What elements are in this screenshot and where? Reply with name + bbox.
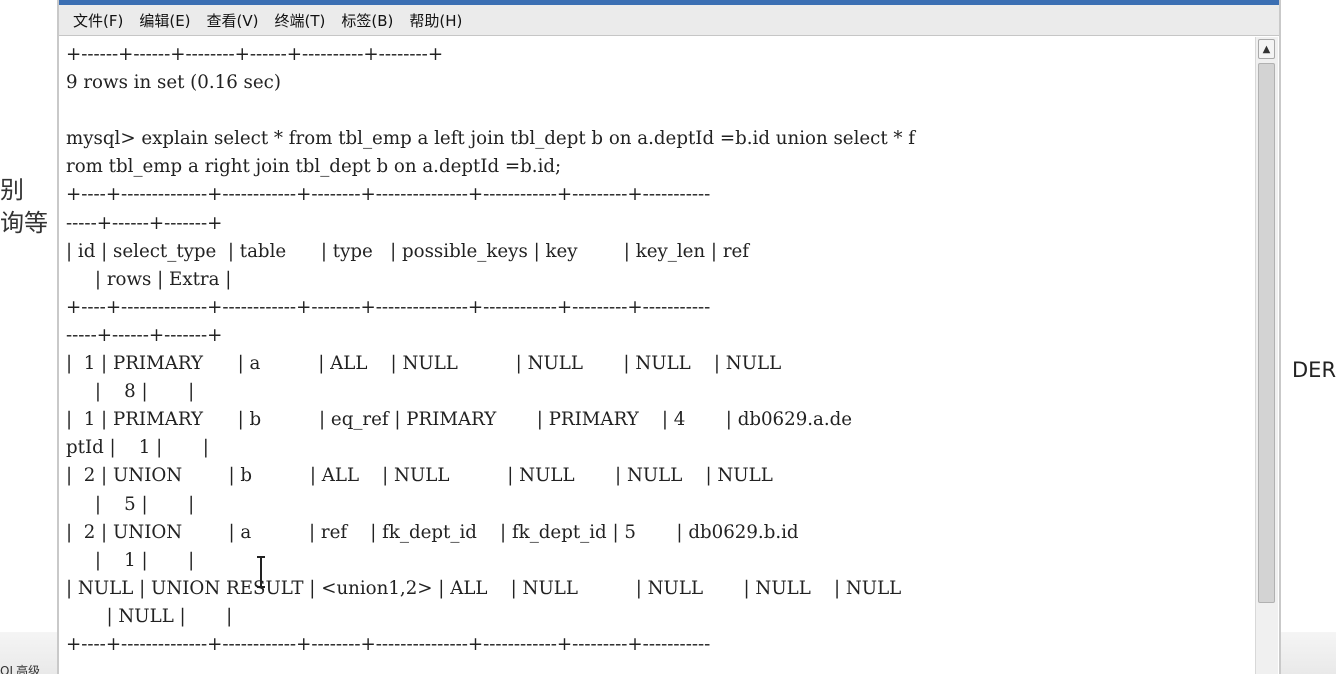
menu-terminal[interactable]: 终端(T) xyxy=(275,10,326,31)
terminal-line: | 1 | PRIMARY | b | eq_ref | PRIMARY | P… xyxy=(66,409,853,431)
vertical-scrollbar[interactable]: ▲ xyxy=(1255,37,1278,674)
terminal-output-area[interactable]: +------+------+--------+------+---------… xyxy=(59,37,1255,674)
terminal-line: | rows | Extra | xyxy=(66,268,232,290)
terminal-line: | 2 | UNION | a | ref | fk_dept_id | fk_… xyxy=(66,521,799,543)
terminal-line: +----+--------------+------------+------… xyxy=(66,184,711,206)
terminal-line: mysql> explain select * from tbl_emp a l… xyxy=(66,128,916,150)
menu-help[interactable]: 帮助(H) xyxy=(409,10,462,31)
background-slide-text: QL高级 xyxy=(0,664,41,674)
scrollbar-thumb[interactable] xyxy=(1258,63,1275,603)
terminal-line: 9 rows in set (0.16 sec) xyxy=(66,72,281,94)
menu-file[interactable]: 文件(F) xyxy=(73,10,123,31)
terminal-line: | 2 | UNION | b | ALL | NULL | NULL | NU… xyxy=(66,465,773,487)
terminal-line: +----+--------------+------------+------… xyxy=(66,633,711,655)
terminal-line: rom tbl_emp a right join tbl_dept b on a… xyxy=(66,156,562,178)
screen: 别 询等 DER QL高级 文件(F) 编辑(E) 查看(V) 终端(T) 标签… xyxy=(0,0,1336,674)
terminal-line: | id | select_type | table | type | poss… xyxy=(66,240,750,262)
text-cursor-icon xyxy=(257,556,265,588)
terminal-text: +------+------+--------+------+---------… xyxy=(66,41,915,659)
menu-bar: 文件(F) 编辑(E) 查看(V) 终端(T) 标签(B) 帮助(H) xyxy=(59,5,1279,36)
terminal-line: ptId | 1 | | xyxy=(66,437,209,459)
terminal-line: | 8 | | xyxy=(66,381,195,403)
background-slide-text: 询等 xyxy=(0,209,48,237)
terminal-line: | 1 | PRIMARY | a | ALL | NULL | NULL | … xyxy=(66,353,782,375)
terminal-line: +----+--------------+------------+------… xyxy=(66,296,711,318)
terminal-line: | NULL | UNION RESULT | <union1,2> | ALL… xyxy=(66,577,902,599)
terminal-line: | 5 | | xyxy=(66,493,195,515)
menu-edit[interactable]: 编辑(E) xyxy=(139,10,190,31)
terminal-line: -----+------+-------+ xyxy=(66,324,223,346)
menu-view[interactable]: 查看(V) xyxy=(207,10,259,31)
scroll-up-arrow-icon[interactable]: ▲ xyxy=(1258,39,1275,59)
background-slide-text: DER xyxy=(1292,358,1336,382)
terminal-line: +------+------+--------+------+---------… xyxy=(66,44,444,65)
terminal-line: | NULL | | xyxy=(66,605,233,627)
background-slide-text: 别 xyxy=(0,176,24,204)
terminal-line: | 1 | | xyxy=(66,549,195,571)
menu-tabs[interactable]: 标签(B) xyxy=(341,10,393,31)
terminal-line: -----+------+-------+ xyxy=(66,212,223,234)
terminal-window: 文件(F) 编辑(E) 查看(V) 终端(T) 标签(B) 帮助(H) +---… xyxy=(57,0,1281,674)
